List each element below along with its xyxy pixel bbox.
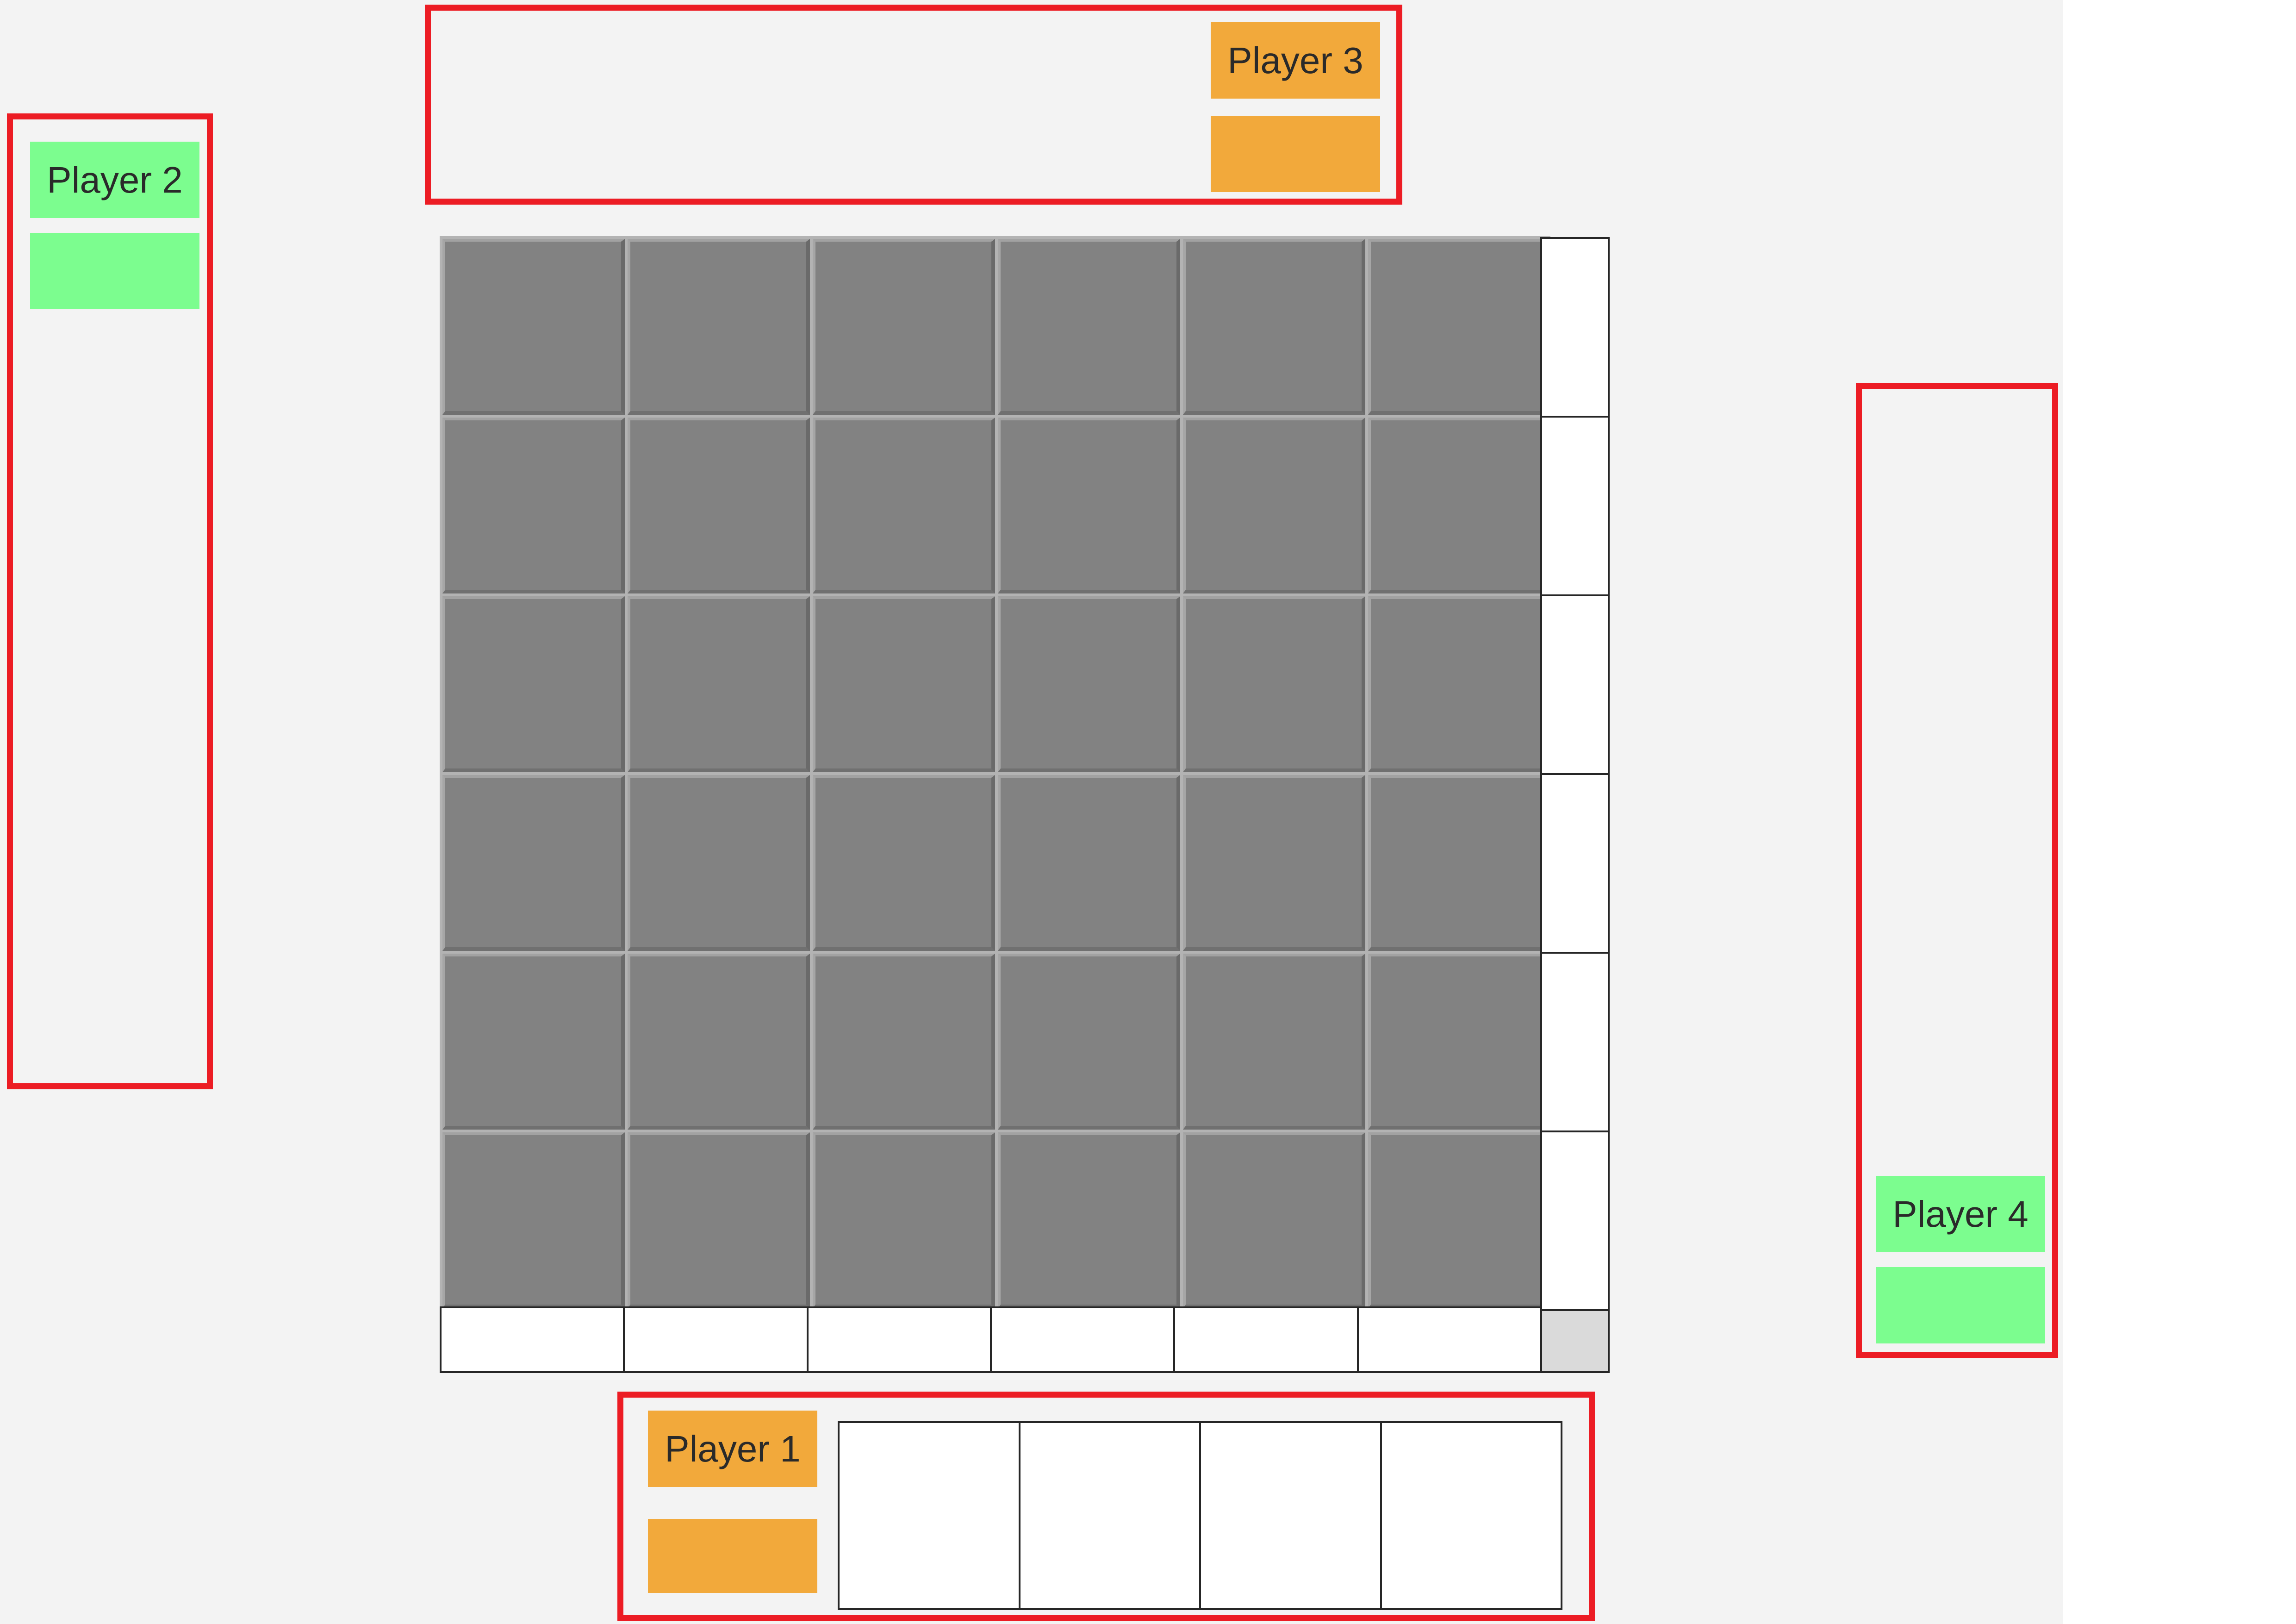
player-2-color-swatch xyxy=(30,233,199,309)
board-tile[interactable] xyxy=(1183,954,1365,1130)
player-3-color-swatch xyxy=(1211,116,1380,192)
board-tile[interactable] xyxy=(998,418,1180,593)
column-slot[interactable] xyxy=(1356,1306,1542,1373)
game-app: Player 3 Player 2 Player 4 Player 1 xyxy=(0,0,2063,1624)
board-tile[interactable] xyxy=(1183,596,1365,772)
board-tile[interactable] xyxy=(1368,239,1550,415)
hand-slot[interactable] xyxy=(1018,1421,1201,1610)
board-tile[interactable] xyxy=(1368,954,1550,1130)
player-3-label: Player 3 xyxy=(1211,22,1380,99)
board-tile[interactable] xyxy=(442,1132,625,1308)
game-board xyxy=(440,236,1550,1308)
board-tile[interactable] xyxy=(628,954,810,1130)
board-tile[interactable] xyxy=(998,1132,1180,1308)
player-2-label: Player 2 xyxy=(30,142,199,218)
row-slot[interactable] xyxy=(1540,952,1610,1132)
row-slot[interactable] xyxy=(1540,594,1610,775)
row-slot[interactable] xyxy=(1540,416,1610,596)
board-tile[interactable] xyxy=(813,1132,995,1308)
player-2-zone: Player 2 xyxy=(7,113,213,1089)
hand-slot[interactable] xyxy=(838,1421,1020,1610)
board-tile[interactable] xyxy=(442,239,625,415)
player-4-label: Player 4 xyxy=(1876,1176,2045,1252)
row-slot[interactable] xyxy=(1540,237,1610,418)
board-tile[interactable] xyxy=(813,596,995,772)
board-tile[interactable] xyxy=(813,954,995,1130)
row-slot[interactable] xyxy=(1540,1131,1610,1311)
board-tile[interactable] xyxy=(628,418,810,593)
board-corner-slot xyxy=(1540,1306,1610,1373)
board-tile[interactable] xyxy=(1183,418,1365,593)
hand-slot[interactable] xyxy=(1199,1421,1382,1610)
column-slot[interactable] xyxy=(623,1306,809,1373)
player-3-zone: Player 3 xyxy=(425,5,1402,205)
board-tile[interactable] xyxy=(628,1132,810,1308)
hand-slot[interactable] xyxy=(1380,1421,1562,1610)
player-1-color-swatch xyxy=(648,1519,817,1593)
board-tile[interactable] xyxy=(998,239,1180,415)
board-tile[interactable] xyxy=(442,954,625,1130)
board-tile[interactable] xyxy=(1368,418,1550,593)
board-tile[interactable] xyxy=(998,954,1180,1130)
row-slot[interactable] xyxy=(1540,773,1610,954)
player-1-zone: Player 1 xyxy=(617,1392,1595,1621)
board-tile[interactable] xyxy=(1183,239,1365,415)
board-tile[interactable] xyxy=(998,596,1180,772)
player-4-color-swatch xyxy=(1876,1267,2045,1343)
player-4-zone: Player 4 xyxy=(1856,383,2058,1358)
board-tile[interactable] xyxy=(628,596,810,772)
board-tile[interactable] xyxy=(998,775,1180,951)
board-tile[interactable] xyxy=(628,775,810,951)
column-slot[interactable] xyxy=(990,1306,1176,1373)
board-tile[interactable] xyxy=(1368,596,1550,772)
board-tile[interactable] xyxy=(442,418,625,593)
board-tile[interactable] xyxy=(813,239,995,415)
column-slot[interactable] xyxy=(1173,1306,1359,1373)
column-slot[interactable] xyxy=(806,1306,992,1373)
board-tile[interactable] xyxy=(628,239,810,415)
board-tile[interactable] xyxy=(1183,1132,1365,1308)
board-tile[interactable] xyxy=(442,596,625,772)
board-tile[interactable] xyxy=(442,775,625,951)
board-tile[interactable] xyxy=(1368,1132,1550,1308)
board-tile[interactable] xyxy=(1183,775,1365,951)
board-tile[interactable] xyxy=(813,775,995,951)
player-1-label: Player 1 xyxy=(648,1411,817,1487)
board-tile[interactable] xyxy=(813,418,995,593)
board-tile[interactable] xyxy=(1368,775,1550,951)
column-slot[interactable] xyxy=(440,1306,625,1373)
